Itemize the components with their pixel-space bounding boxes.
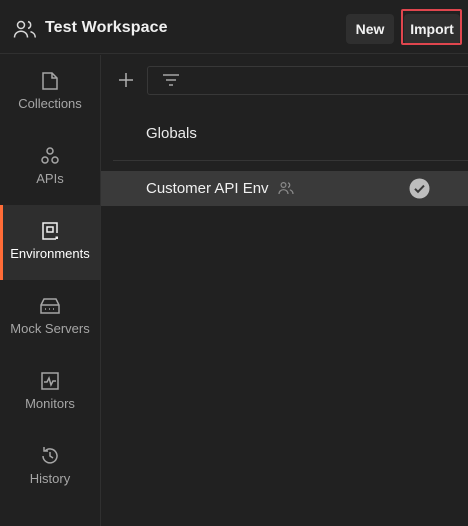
sidebar: Collections APIs Environments Mock Serve…: [0, 55, 101, 526]
sidebar-item-label: Collections: [18, 96, 82, 111]
filter-icon: [163, 74, 179, 86]
sidebar-item-apis[interactable]: APIs: [0, 130, 100, 205]
monitors-icon: [41, 372, 59, 390]
import-button[interactable]: Import: [404, 14, 460, 44]
sidebar-item-monitors[interactable]: Monitors: [0, 355, 100, 430]
environments-panel: Globals Customer API Env: [101, 55, 468, 526]
active-check-icon[interactable]: [409, 178, 430, 199]
sidebar-item-label: Monitors: [25, 396, 75, 411]
shared-team-icon: [278, 181, 294, 195]
filter-search-box[interactable]: [147, 66, 468, 95]
sidebar-item-history[interactable]: History: [0, 430, 100, 505]
history-icon: [42, 447, 58, 464]
environments-icon: [42, 222, 58, 240]
sidebar-item-label: Environments: [10, 246, 90, 261]
sidebar-item-label: Mock Servers: [10, 321, 90, 336]
globals-item[interactable]: Globals: [113, 107, 468, 161]
environment-row[interactable]: Customer API Env: [101, 171, 468, 206]
active-indicator: [0, 205, 3, 280]
sidebar-item-label: APIs: [36, 171, 64, 186]
workspace-title[interactable]: Test Workspace: [45, 19, 168, 37]
environment-name: Customer API Env: [146, 180, 269, 197]
sidebar-item-mock-servers[interactable]: Mock Servers: [0, 280, 100, 355]
collections-icon: [42, 72, 58, 90]
sidebar-item-label: History: [29, 471, 71, 486]
globals-label: Globals: [146, 125, 197, 142]
add-environment-button[interactable]: [116, 70, 136, 90]
workspace-header: Test Workspace New Import: [0, 0, 468, 54]
app-window: Test Workspace New Import Collections AP…: [0, 0, 468, 526]
team-icon: [13, 20, 37, 38]
apis-icon: [41, 147, 59, 164]
mock-servers-icon: [40, 298, 60, 314]
sidebar-item-collections[interactable]: Collections: [0, 55, 100, 130]
new-button[interactable]: New: [346, 14, 394, 44]
filter-input[interactable]: [188, 71, 458, 91]
sidebar-item-environments[interactable]: Environments: [0, 205, 100, 280]
